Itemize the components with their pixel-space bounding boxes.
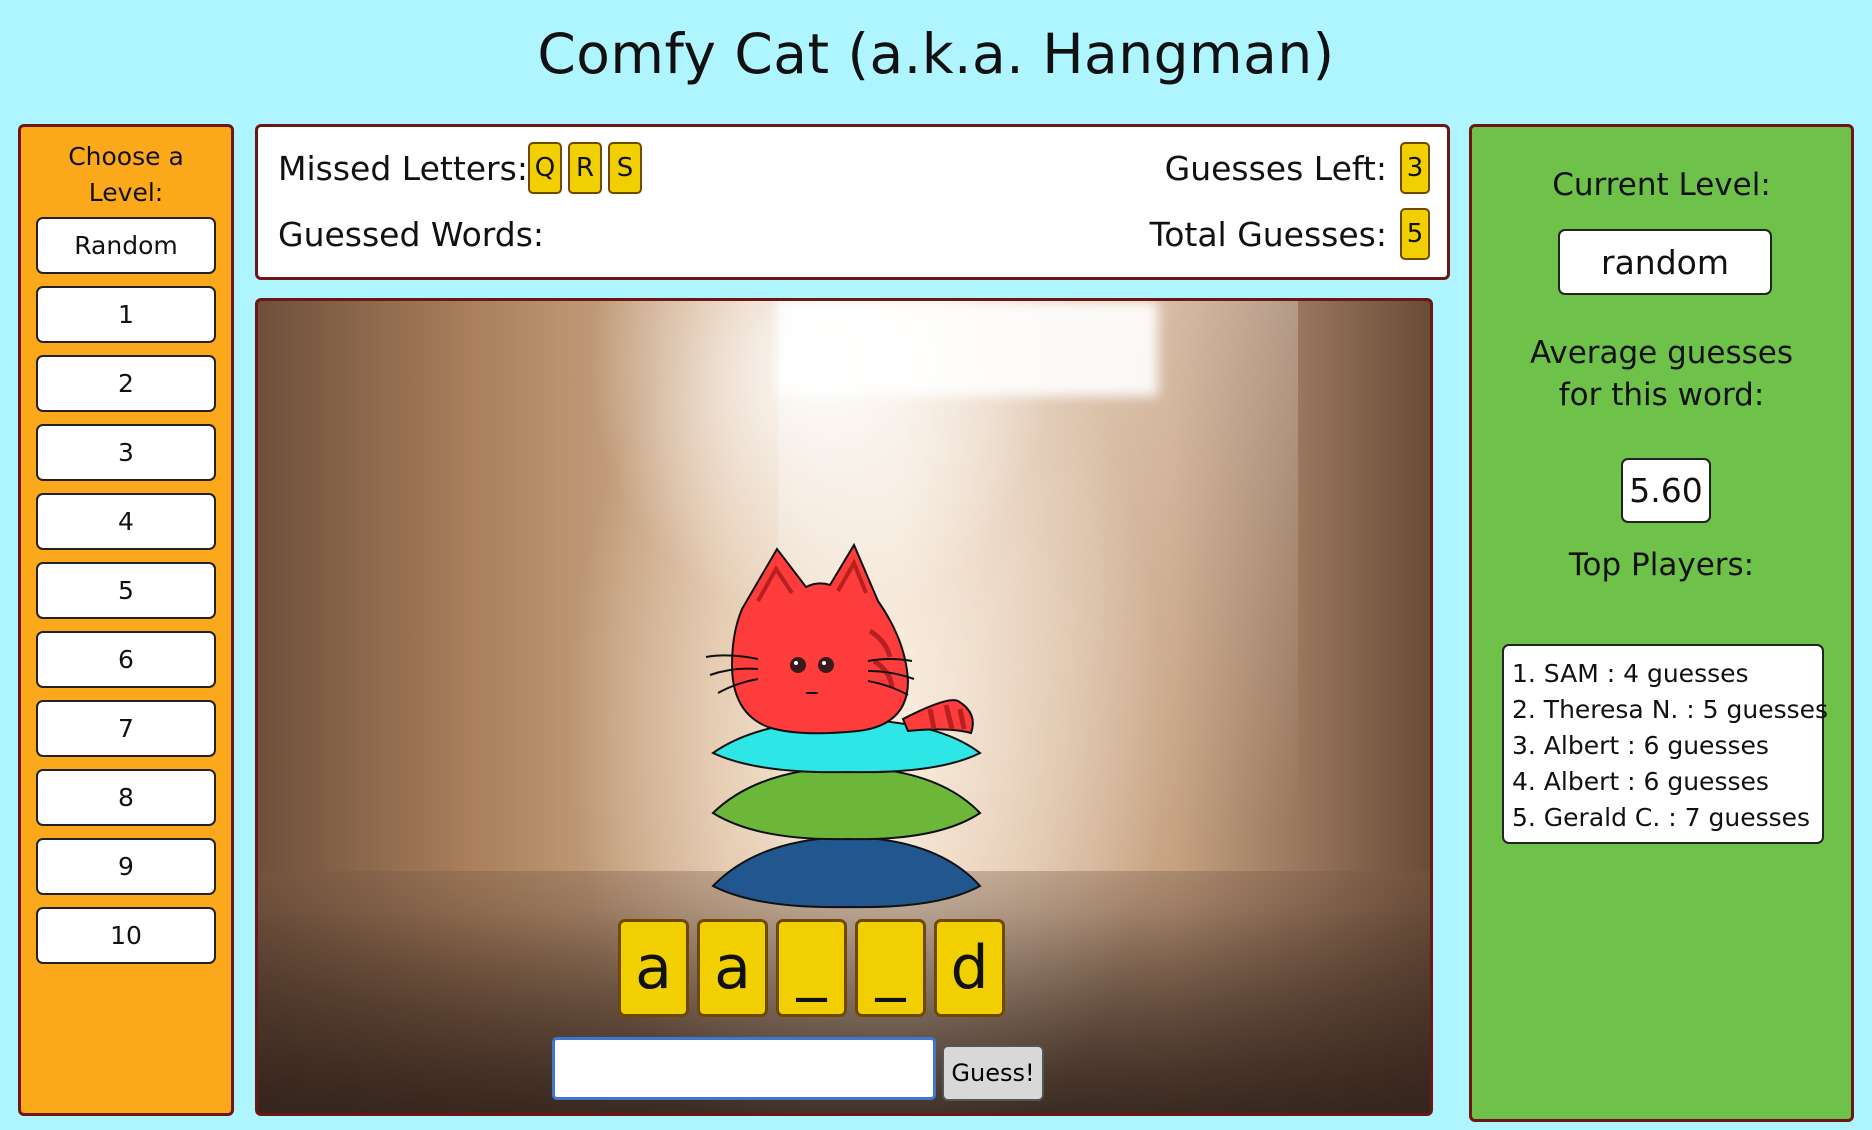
total-guesses-label: Total Guesses: <box>1149 215 1387 254</box>
level-button-10[interactable]: 10 <box>36 907 216 964</box>
level-button-4[interactable]: 4 <box>36 493 216 550</box>
guess-input[interactable] <box>552 1037 936 1100</box>
word-slot: _ <box>855 919 926 1017</box>
total-guesses-value: 5 <box>1400 208 1430 260</box>
page-title: Comfy Cat (a.k.a. Hangman) <box>537 22 1335 86</box>
guesses-left-value: 3 <box>1400 142 1430 194</box>
level-heading: Choose a Level: <box>21 139 231 211</box>
top-players-label: Top Players: <box>1568 547 1755 583</box>
info-panel: Current Level: random Average guesses fo… <box>1469 124 1854 1122</box>
level-heading-line1: Choose a <box>68 142 184 171</box>
word-slot: a <box>618 919 689 1017</box>
missed-letter-chip: R <box>568 142 602 194</box>
word-slot: a <box>697 919 768 1017</box>
missed-letters-label: Missed Letters: <box>278 149 528 188</box>
level-button-8[interactable]: 8 <box>36 769 216 826</box>
pillow-bottom <box>711 835 982 909</box>
guess-button[interactable]: Guess! <box>942 1045 1044 1101</box>
game-area: a a _ _ d Guess! <box>255 298 1433 1116</box>
word-slot: _ <box>776 919 847 1017</box>
level-button-random[interactable]: Random <box>36 217 216 274</box>
top-player-item: 4. Albert : 6 guesses <box>1512 767 1769 796</box>
current-level-label: Current Level: <box>1552 167 1771 203</box>
level-button-2[interactable]: 2 <box>36 355 216 412</box>
top-player-item: 3. Albert : 6 guesses <box>1512 731 1769 760</box>
missed-letter-chip: Q <box>528 142 562 194</box>
guesses-left-label: Guesses Left: <box>1164 149 1387 188</box>
level-button-3[interactable]: 3 <box>36 424 216 481</box>
current-level-value: random <box>1558 229 1772 295</box>
level-button-5[interactable]: 5 <box>36 562 216 619</box>
stats-panel: Missed Letters: Q R S Guessed Words: Gue… <box>255 124 1450 280</box>
top-player-item: 2. Theresa N. : 5 guesses <box>1512 695 1829 724</box>
top-player-item: 5. Gerald C. : 7 guesses <box>1512 803 1811 832</box>
word-slot: d <box>934 919 1005 1017</box>
missed-letter-chip: S <box>608 142 642 194</box>
level-heading-line2: Level: <box>88 178 164 207</box>
average-label-line1: Average guesses <box>1529 335 1794 371</box>
pillow-middle <box>711 765 982 841</box>
level-button-9[interactable]: 9 <box>36 838 216 895</box>
guessed-words-label: Guessed Words: <box>278 215 545 254</box>
level-button-7[interactable]: 7 <box>36 700 216 757</box>
level-panel: Choose a Level: Random 1 2 3 4 5 6 7 8 9… <box>18 124 234 1116</box>
level-button-6[interactable]: 6 <box>36 631 216 688</box>
top-players-list: 1. SAM : 4 guesses 2. Theresa N. : 5 gue… <box>1502 644 1829 844</box>
level-button-1[interactable]: 1 <box>36 286 216 343</box>
average-guesses-value: 5.60 <box>1621 458 1711 523</box>
average-label-line2: for this word: <box>1558 377 1765 413</box>
top-player-item: 1. SAM : 4 guesses <box>1512 659 1749 688</box>
